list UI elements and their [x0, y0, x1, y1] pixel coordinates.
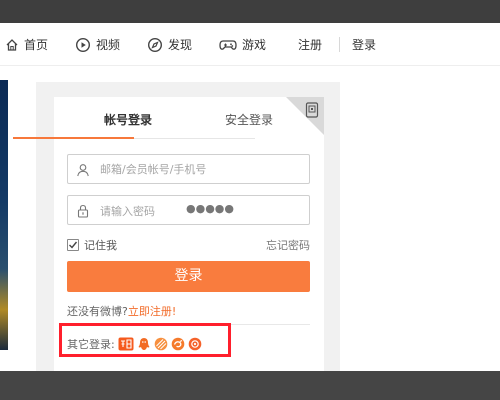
user-icon: [76, 162, 90, 181]
forgot-password-link[interactable]: 忘记密码: [266, 237, 310, 253]
no-account-text: 还没有微博?: [67, 305, 128, 318]
nav-login-link[interactable]: 登录: [352, 23, 376, 66]
background-banner-image: [0, 80, 8, 350]
lock-icon: [76, 203, 90, 222]
nav-divider: [339, 37, 340, 52]
password-field[interactable]: 请输入密码 ●●●●●: [67, 195, 310, 225]
register-prompt: 还没有微博?立即注册!: [67, 303, 176, 319]
nav-item-games[interactable]: 游戏: [219, 23, 266, 66]
login-button[interactable]: 登录: [67, 261, 310, 292]
gamepad-icon: [219, 37, 237, 53]
nav-item-label: 首页: [24, 38, 49, 52]
password-mask[interactable]: ●●●●●: [186, 202, 234, 215]
username-input[interactable]: [100, 159, 300, 179]
other-login-highlight-box: [59, 323, 231, 357]
window-top-bar: [0, 0, 500, 23]
video-icon: [75, 37, 91, 53]
nav-item-home[interactable]: 首页: [5, 23, 48, 66]
register-now-link[interactable]: 立即注册!: [128, 305, 176, 318]
nav-item-label: 游戏: [242, 38, 267, 52]
nav-item-label: 视频: [96, 38, 121, 52]
remember-checkbox[interactable]: [67, 239, 79, 251]
window-bottom-bar: [0, 371, 500, 400]
nav-item-label: 发现: [168, 38, 193, 52]
password-placeholder: 请输入密码: [100, 205, 155, 218]
remember-label: 记住我: [84, 239, 117, 252]
remember-me[interactable]: 记住我: [67, 237, 117, 253]
home-icon: [5, 38, 19, 52]
top-navigation: 首页 视频 发现 游戏 注册 登录: [0, 23, 500, 66]
nav-register-link[interactable]: 注册: [298, 23, 322, 66]
nav-item-discover[interactable]: 发现: [147, 23, 192, 66]
nav-item-video[interactable]: 视频: [75, 23, 120, 66]
username-field[interactable]: [67, 154, 310, 184]
compass-icon: [147, 37, 163, 53]
